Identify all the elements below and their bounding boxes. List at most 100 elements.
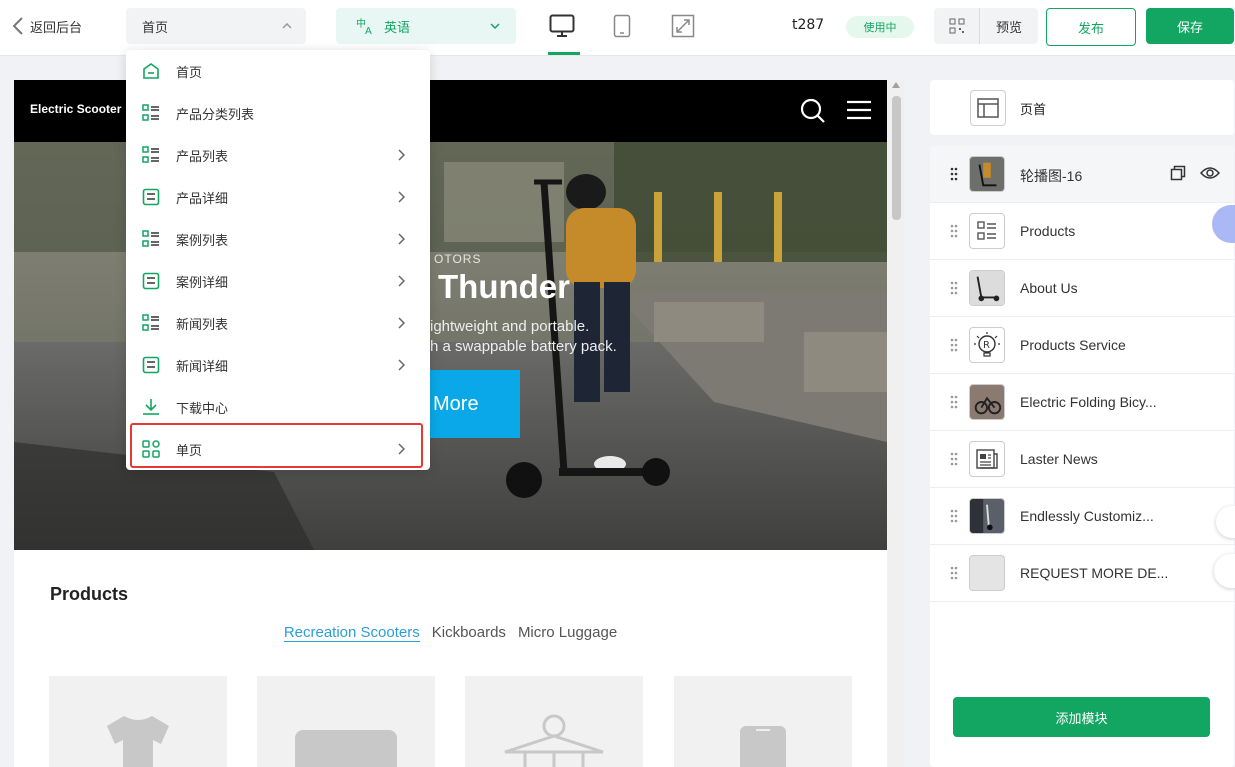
language-select[interactable]: 中A 英语: [336, 8, 516, 44]
drag-handle-icon[interactable]: [950, 509, 958, 523]
grid-icon: [142, 440, 160, 458]
tab-kickboards[interactable]: Kickboards: [432, 624, 506, 642]
drag-handle-icon[interactable]: [950, 338, 958, 352]
menu-item-product-categories[interactable]: 产品分类列表: [126, 92, 430, 134]
header-layout-icon: [970, 90, 1006, 126]
module-item[interactable]: Products: [930, 203, 1234, 260]
language-select-value: 英语: [384, 20, 411, 36]
page-select[interactable]: 首页: [126, 8, 306, 44]
module-label: About Us: [1020, 280, 1078, 296]
back-to-admin-button[interactable]: 返回后台: [12, 16, 82, 36]
tablet-icon: [613, 14, 631, 38]
drag-handle-icon[interactable]: [950, 281, 958, 295]
list-icon: [969, 213, 1005, 249]
scooter-photo-thumbnail: [969, 498, 1005, 534]
drag-handle-icon[interactable]: [950, 452, 958, 466]
desktop-icon: [549, 14, 575, 37]
menu-item-label: 新闻列表: [176, 317, 229, 333]
module-item[interactable]: R Products Service: [930, 317, 1234, 374]
product-card-box[interactable]: [257, 676, 435, 767]
module-label: Endlessly Customiz...: [1020, 508, 1154, 524]
tablet-view-button[interactable]: [608, 11, 636, 41]
chevron-right-icon: [398, 317, 405, 329]
canvas-scrollbar-thumb[interactable]: [892, 96, 901, 220]
bicycle-photo-thumbnail: [969, 384, 1005, 420]
menu-item-label: 单页: [176, 443, 203, 459]
blank-thumbnail: [969, 555, 1005, 591]
back-label: 返回后台: [30, 20, 83, 36]
product-card-phone[interactable]: [674, 676, 852, 767]
chevron-right-icon: [398, 359, 405, 371]
drag-handle-icon[interactable]: [950, 224, 958, 238]
drag-handle-icon[interactable]: [950, 167, 958, 181]
module-label: Products: [1020, 223, 1076, 239]
list-icon: [142, 230, 159, 247]
module-item[interactable]: Electric Folding Bicy...: [930, 374, 1234, 431]
menu-item-case-detail[interactable]: 案例详细: [126, 260, 430, 302]
header-module-label: 页首: [1020, 103, 1047, 118]
fullscreen-button[interactable]: [669, 11, 697, 41]
hamburger-menu-icon[interactable]: [846, 100, 872, 120]
preview-label: 预览: [995, 20, 1022, 36]
translate-icon: 中A: [356, 17, 372, 35]
preview-button[interactable]: 预览: [934, 8, 1038, 44]
menu-item-label: 案例详细: [176, 275, 229, 291]
save-button[interactable]: 保存: [1146, 8, 1234, 44]
active-device-indicator: [548, 52, 580, 55]
chevron-up-icon: [282, 23, 292, 29]
menu-item-label: 案例列表: [176, 233, 229, 249]
products-section-title: Products: [50, 584, 129, 604]
menu-item-label: 产品详细: [176, 191, 229, 207]
module-label: Electric Folding Bicy...: [1020, 394, 1157, 410]
publish-button[interactable]: 发布: [1046, 8, 1136, 46]
module-label: Products Service: [1020, 337, 1126, 353]
hero-subtitle-line2: h a swappable battery pack.: [430, 338, 617, 355]
copy-icon[interactable]: [1170, 165, 1186, 181]
module-item[interactable]: Endlessly Customiz...: [930, 488, 1234, 545]
module-item[interactable]: 轮播图-16: [930, 146, 1234, 203]
fullscreen-icon: [671, 14, 695, 38]
search-icon[interactable]: [800, 98, 826, 124]
desktop-view-button[interactable]: [548, 11, 576, 41]
news-icon: [969, 441, 1005, 477]
drag-handle-icon[interactable]: [950, 395, 958, 409]
page-dropdown-menu: 首页 产品分类列表 产品列表 产品详细 案例列表 案例详细 新闻列表 新闻详细 …: [126, 50, 430, 470]
qr-code-icon[interactable]: [934, 8, 980, 44]
scooter-photo-thumbnail: [969, 156, 1005, 192]
menu-item-product-list[interactable]: 产品列表: [126, 134, 430, 176]
header-module[interactable]: 页首: [930, 80, 1234, 135]
tab-recreation-scooters[interactable]: Recreation Scooters: [283, 624, 420, 642]
module-item[interactable]: Laster News: [930, 431, 1234, 488]
hero-eyebrow: OTORS: [434, 252, 482, 266]
box-icon: [295, 730, 397, 767]
tab-micro-luggage[interactable]: Micro Luggage: [518, 624, 617, 642]
list-icon: [142, 146, 159, 163]
bulb-icon: R: [969, 327, 1005, 363]
add-module-button[interactable]: 添加模块: [953, 697, 1210, 737]
hero-title: Thunder: [438, 268, 570, 305]
page-select-value: 首页: [142, 20, 169, 36]
hero-more-button[interactable]: More: [418, 370, 520, 438]
menu-item-news-detail[interactable]: 新闻详细: [126, 344, 430, 386]
chevron-right-icon: [398, 191, 405, 203]
product-card-hanger[interactable]: [465, 676, 643, 767]
drag-handle-icon[interactable]: [950, 566, 958, 580]
menu-item-download-center[interactable]: 下载中心: [126, 386, 430, 428]
menu-item-home[interactable]: 首页: [126, 50, 430, 92]
scroll-up-arrow-icon[interactable]: [892, 82, 900, 88]
menu-item-case-list[interactable]: 案例列表: [126, 218, 430, 260]
module-item[interactable]: About Us: [930, 260, 1234, 317]
chevron-right-icon: [398, 443, 405, 455]
module-item[interactable]: REQUEST MORE DE...: [930, 545, 1234, 602]
menu-item-news-list[interactable]: 新闻列表: [126, 302, 430, 344]
detail-icon: [142, 272, 160, 290]
module-label: Laster News: [1020, 451, 1098, 467]
menu-item-single-page[interactable]: 单页: [126, 428, 430, 470]
menu-item-product-detail[interactable]: 产品详细: [126, 176, 430, 218]
menu-item-label: 下载中心: [176, 401, 229, 417]
product-card-tshirt[interactable]: [49, 676, 227, 767]
eye-icon[interactable]: [1200, 165, 1220, 181]
svg-text:A: A: [365, 26, 372, 35]
list-icon: [142, 104, 159, 121]
svg-text:R: R: [983, 340, 990, 351]
